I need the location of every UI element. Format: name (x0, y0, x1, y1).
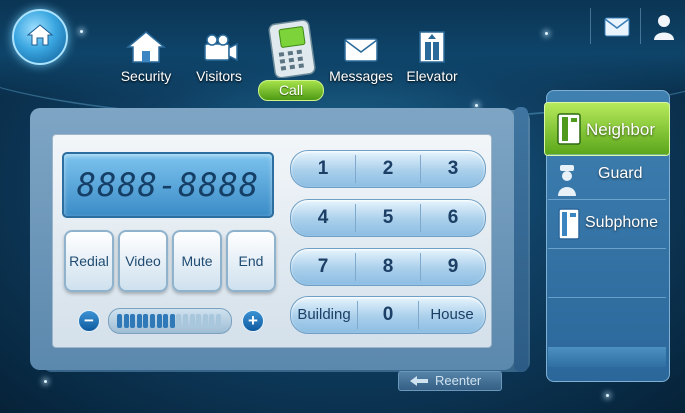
tab-neighbor-label: Neighbor (586, 120, 655, 139)
volume-slider[interactable] (108, 308, 232, 334)
nav-label: Messages (329, 68, 393, 84)
house-icon (126, 31, 166, 63)
tab-neighbor[interactable]: Neighbor (544, 102, 670, 156)
keypad-row: 1 2 3 (290, 150, 486, 188)
decor-star (80, 30, 83, 33)
decor-star (606, 394, 609, 397)
elevator-icon (419, 31, 445, 63)
key-3[interactable]: 3 (421, 151, 485, 187)
volume-up-button[interactable]: + (242, 310, 264, 332)
volume-segment (169, 314, 175, 328)
nav-messages[interactable]: Messages (328, 24, 394, 84)
volume-segment (117, 314, 122, 328)
key-5[interactable]: 5 (356, 200, 420, 236)
side-panel-shadow (514, 107, 528, 372)
guard-icon (558, 165, 576, 196)
key-6[interactable]: 6 (421, 200, 485, 236)
decor-star (44, 380, 47, 383)
camera-icon (204, 34, 238, 62)
volume-segment (189, 314, 195, 328)
key-2[interactable]: 2 (356, 151, 420, 187)
phone-icon (557, 113, 581, 145)
keypad-row: 7 8 9 (290, 248, 486, 286)
back-arrow-icon (410, 376, 428, 386)
key-0[interactable]: 0 (358, 297, 418, 333)
reenter-label: Reenter (435, 373, 482, 388)
keypad-row: 4 5 6 (290, 199, 486, 237)
subphone-icon (558, 208, 580, 240)
volume-segment (130, 314, 136, 328)
volume-segment (156, 314, 162, 328)
nav-label: Elevator (406, 68, 458, 84)
tab-subphone-label: Subphone (585, 214, 658, 231)
end-button[interactable]: End (226, 230, 276, 292)
intercom-icon (268, 19, 316, 79)
envelope-icon (344, 38, 378, 62)
volume-segment (209, 314, 215, 328)
decor-star (475, 104, 478, 107)
nav-elevator[interactable]: Elevator (400, 24, 464, 84)
tab-subphone[interactable]: Subphone (548, 200, 666, 248)
volume-segment (143, 314, 149, 328)
reenter-button[interactable]: Reenter (398, 371, 502, 391)
nav-label: Visitors (196, 68, 242, 84)
volume-segment (150, 314, 155, 328)
key-1[interactable]: 1 (291, 151, 355, 187)
volume-segment (216, 314, 221, 328)
key-house[interactable]: House (419, 297, 485, 333)
user-icon[interactable] (652, 13, 676, 41)
nav-call-label[interactable]: Call (258, 80, 324, 101)
divider (548, 248, 666, 249)
key-9[interactable]: 9 (421, 249, 485, 285)
redial-button[interactable]: Redial (64, 230, 114, 292)
nav-security[interactable]: Security (114, 24, 178, 84)
keypad-row: Building 0 House (290, 296, 486, 334)
divider (640, 8, 641, 44)
nav-label: Security (120, 68, 172, 84)
volume-segment (136, 314, 142, 328)
divider (590, 8, 591, 44)
volume-segment (163, 314, 169, 328)
key-7[interactable]: 7 (291, 249, 355, 285)
dialed-number: 8888-8888 (76, 166, 260, 204)
home-icon (27, 24, 53, 46)
key-building[interactable]: Building (291, 297, 357, 333)
side-panel-footer (548, 347, 666, 367)
video-button[interactable]: Video (118, 230, 168, 292)
nav-call[interactable] (262, 16, 326, 83)
volume-segment (176, 314, 182, 328)
volume-down-button[interactable]: − (78, 310, 100, 332)
nav-visitors[interactable]: Visitors (190, 24, 248, 84)
volume-segment (202, 314, 208, 328)
volume-segment (183, 314, 188, 328)
decor-star (545, 32, 548, 35)
home-button[interactable] (12, 9, 68, 65)
mute-button[interactable]: Mute (172, 230, 222, 292)
tab-guard[interactable]: Guard (548, 155, 666, 203)
divider (548, 297, 666, 298)
key-8[interactable]: 8 (356, 249, 420, 285)
volume-segment (123, 314, 129, 328)
tab-guard-label: Guard (598, 165, 643, 182)
volume-segment (196, 314, 202, 328)
key-4[interactable]: 4 (291, 200, 355, 236)
intercom-app: Security Visitors Call Messages Elevator… (0, 0, 685, 413)
number-display: 8888-8888 (62, 152, 274, 218)
mail-icon[interactable] (604, 17, 630, 37)
